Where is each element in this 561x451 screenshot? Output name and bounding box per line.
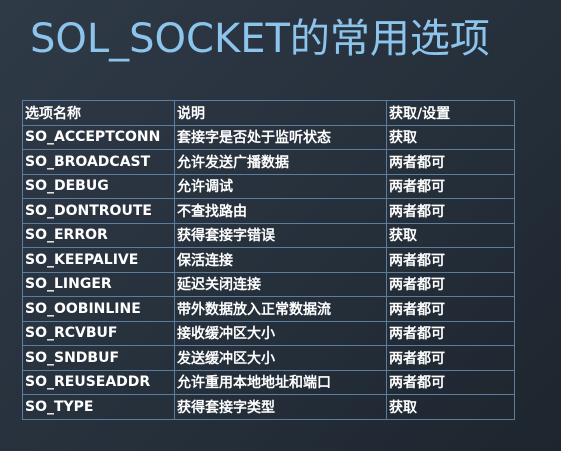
get-set-cell: 两者都可	[386, 173, 515, 199]
table-row: SO_BROADCAST 允许发送广播数据 两者都可	[22, 149, 515, 175]
description-cell: 允许发送广播数据	[174, 149, 387, 175]
table-row: SO_DEBUG 允许调试 两者都可	[22, 173, 515, 199]
table-header-row: 选项名称 说明 获取/设置	[22, 100, 515, 126]
table-row: SO_REUSEADDR 允许重用本地地址和端口 两者都可	[22, 369, 515, 395]
get-set-cell: 两者都可	[386, 320, 515, 346]
description-cell: 套接字是否处于监听状态	[174, 124, 387, 150]
get-set-cell: 两者都可	[386, 149, 515, 175]
description-cell: 允许重用本地地址和端口	[174, 369, 387, 395]
table-row: SO_SNDBUF 发送缓冲区大小 两者都可	[22, 345, 515, 371]
description-cell: 获得套接字类型	[174, 394, 387, 420]
get-set-cell: 两者都可	[386, 247, 515, 273]
get-set-cell: 两者都可	[386, 369, 515, 395]
slide-title: SOL_SOCKET的常用选项	[30, 16, 490, 62]
get-set-cell: 两者都可	[386, 345, 515, 371]
table-row: SO_TYPE 获得套接字类型 获取	[22, 394, 515, 420]
table-row: SO_DONTROUTE 不查找路由 两者都可	[22, 198, 515, 224]
option-name-cell: SO_DONTROUTE	[22, 198, 175, 224]
table-row: SO_KEEPALIVE 保活连接 两者都可	[22, 247, 515, 273]
table-row: SO_LINGER 延迟关闭连接 两者都可	[22, 271, 515, 297]
description-cell: 允许调试	[174, 173, 387, 199]
description-cell: 不查找路由	[174, 198, 387, 224]
option-name-cell: SO_RCVBUF	[22, 320, 175, 346]
get-set-cell: 获取	[386, 124, 515, 150]
option-name-cell: SO_OOBINLINE	[22, 296, 175, 322]
option-name-cell: SO_LINGER	[22, 271, 175, 297]
get-set-cell: 两者都可	[386, 296, 515, 322]
get-set-cell: 两者都可	[386, 198, 515, 224]
description-cell: 保活连接	[174, 247, 387, 273]
description-cell: 延迟关闭连接	[174, 271, 387, 297]
get-set-cell: 获取	[386, 222, 515, 248]
option-name-cell: SO_REUSEADDR	[22, 369, 175, 395]
option-name-cell: SO_TYPE	[22, 394, 175, 420]
header-description: 说明	[174, 100, 387, 126]
table-row: SO_RCVBUF 接收缓冲区大小 两者都可	[22, 320, 515, 346]
description-cell: 带外数据放入正常数据流	[174, 296, 387, 322]
option-name-cell: SO_ACCEPTCONN	[22, 124, 175, 150]
socket-options-table: 选项名称 说明 获取/设置 SO_ACCEPTCONN 套接字是否处于监听状态 …	[22, 100, 515, 420]
description-cell: 发送缓冲区大小	[174, 345, 387, 371]
option-name-cell: SO_ERROR	[22, 222, 175, 248]
option-name-cell: SO_SNDBUF	[22, 345, 175, 371]
header-option-name: 选项名称	[22, 100, 175, 126]
table-row: SO_ACCEPTCONN 套接字是否处于监听状态 获取	[22, 124, 515, 150]
get-set-cell: 获取	[386, 394, 515, 420]
option-name-cell: SO_DEBUG	[22, 173, 175, 199]
header-get-set: 获取/设置	[386, 100, 515, 126]
table-row: SO_OOBINLINE 带外数据放入正常数据流 两者都可	[22, 296, 515, 322]
option-name-cell: SO_BROADCAST	[22, 149, 175, 175]
description-cell: 接收缓冲区大小	[174, 320, 387, 346]
get-set-cell: 两者都可	[386, 271, 515, 297]
table-row: SO_ERROR 获得套接字错误 获取	[22, 222, 515, 248]
description-cell: 获得套接字错误	[174, 222, 387, 248]
option-name-cell: SO_KEEPALIVE	[22, 247, 175, 273]
